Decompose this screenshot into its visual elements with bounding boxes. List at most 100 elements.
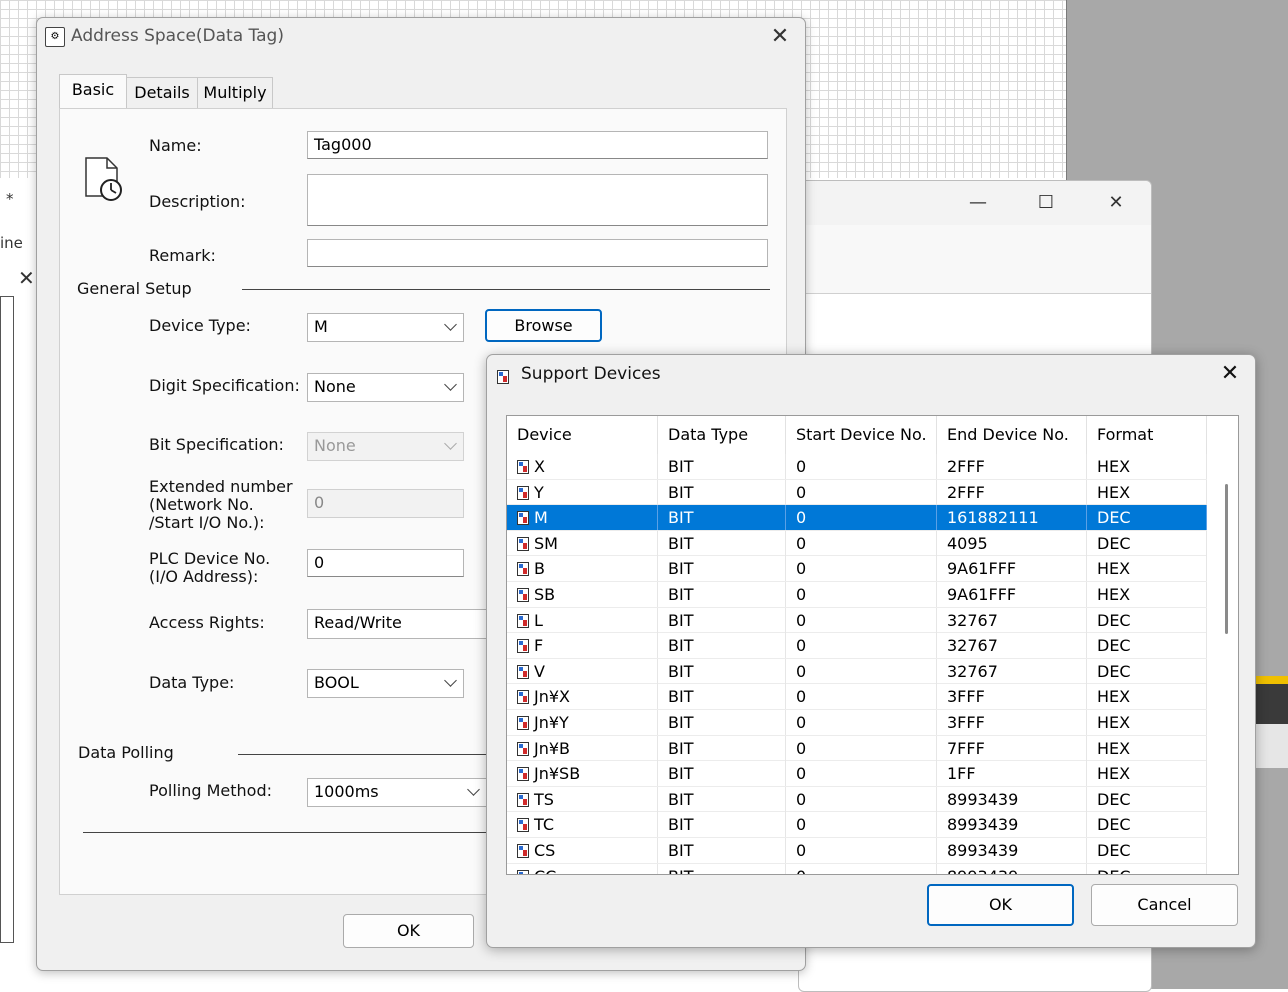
table-row[interactable]: Y BIT 0 2FFF HEX: [507, 479, 1207, 506]
table-row[interactable]: F BIT 0 32767 DEC: [507, 633, 1207, 659]
cell-text: BIT: [668, 712, 694, 732]
name-input[interactable]: Tag000: [307, 131, 768, 159]
cell-text: BIT: [668, 610, 694, 630]
cell-text: 8993439: [947, 789, 1019, 809]
cell-text: 0: [796, 457, 807, 476]
access-rights-select[interactable]: Read/Write: [307, 609, 507, 639]
maximize-icon[interactable]: ☐: [1023, 189, 1069, 217]
cell-format: HEX: [1087, 684, 1207, 710]
cancel-button[interactable]: Cancel: [1091, 884, 1238, 926]
minimize-icon[interactable]: —: [955, 189, 1001, 217]
tab-basic[interactable]: Basic: [59, 74, 127, 108]
cell-end: 9A61FFF: [937, 581, 1087, 607]
cell-type: BIT: [658, 658, 786, 684]
ok-button[interactable]: OK: [927, 884, 1074, 926]
cell-text: HEX: [1097, 559, 1131, 579]
cell-start: 0: [786, 709, 937, 735]
cell-text: F: [534, 636, 544, 656]
column-header-end-device[interactable]: End Device No.: [937, 416, 1087, 454]
polling-method-select[interactable]: 1000ms: [307, 778, 487, 807]
plc-device-input[interactable]: 0: [307, 549, 464, 577]
cell-text: BIT: [668, 457, 694, 476]
table-row[interactable]: TC BIT 0 8993439 DEC: [507, 812, 1207, 838]
left-window-title-fragment: *: [6, 190, 14, 208]
cell-text: L: [534, 610, 543, 630]
remark-input[interactable]: [307, 239, 768, 267]
column-header-device[interactable]: Device: [507, 416, 658, 454]
ok-button[interactable]: OK: [343, 914, 474, 948]
right-light-bar: [1254, 724, 1288, 768]
left-window-close-icon[interactable]: ✕: [18, 266, 35, 290]
cell-device: CC: [507, 863, 658, 875]
table-row[interactable]: Jn¥Y BIT 0 3FFF HEX: [507, 709, 1207, 736]
bit-spec-select: None: [307, 432, 464, 461]
scrollbar-thumb[interactable]: [1225, 484, 1228, 634]
table-row[interactable]: L BIT 0 32767 DEC: [507, 607, 1207, 634]
data-type-select[interactable]: BOOL: [307, 669, 464, 698]
cell-end: 2FFF: [937, 454, 1087, 479]
extended-number-label-line2: (Network No.: [149, 495, 254, 514]
column-header-start-device[interactable]: Start Device No.: [786, 416, 937, 454]
table-row[interactable]: CS BIT 0 8993439 DEC: [507, 837, 1207, 864]
cell-end: 32767: [937, 607, 1087, 633]
device-type-select[interactable]: M: [307, 313, 464, 342]
cell-device: SB: [507, 581, 658, 607]
table-row[interactable]: TS BIT 0 8993439 DEC: [507, 786, 1207, 813]
table-row[interactable]: B BIT 0 9A61FFF HEX: [507, 556, 1207, 582]
close-icon[interactable]: ✕: [1213, 359, 1247, 389]
cell-device: X: [507, 454, 658, 479]
cell-text: BIT: [668, 559, 694, 579]
cell-start: 0: [786, 633, 937, 659]
table-row[interactable]: Jn¥X BIT 0 3FFF HEX: [507, 684, 1207, 710]
cell-text: 0: [796, 559, 807, 579]
digit-spec-select[interactable]: None: [307, 373, 464, 402]
table-row[interactable]: V BIT 0 32767 DEC: [507, 658, 1207, 685]
access-rights-label: Access Rights:: [149, 613, 265, 632]
cell-text: 161882111: [947, 508, 1039, 528]
browse-button[interactable]: Browse: [485, 309, 602, 342]
cell-device: Jn¥SB: [507, 761, 658, 787]
plc-device-label: PLC Device No.: [149, 549, 271, 568]
vertical-scrollbar[interactable]: [1219, 454, 1237, 874]
cell-format: HEX: [1087, 735, 1207, 761]
right-accent-bar: [1254, 676, 1288, 684]
table-row[interactable]: Jn¥B BIT 0 7FFF HEX: [507, 735, 1207, 762]
device-icon: [517, 587, 529, 602]
cell-text: BIT: [668, 764, 694, 784]
table-row[interactable]: CC BIT 0 8993439 DEC: [507, 863, 1207, 875]
column-header-data-type[interactable]: Data Type: [658, 416, 786, 454]
general-setup-heading: General Setup: [77, 279, 192, 298]
table-row[interactable]: Jn¥SB BIT 0 1FF HEX: [507, 761, 1207, 787]
cell-device: Jn¥B: [507, 735, 658, 761]
right-dark-bar: [1254, 684, 1288, 724]
support-devices-dialog: Support Devices ✕ Device Data Type Start…: [486, 354, 1256, 948]
cell-text: HEX: [1097, 712, 1131, 732]
cell-text: DEC: [1097, 815, 1131, 835]
cell-text: BIT: [668, 738, 694, 758]
table-row[interactable]: M BIT 0 161882111 DEC: [507, 505, 1207, 531]
cell-text: 0: [796, 840, 807, 860]
cell-text: CC: [534, 867, 556, 875]
close-icon[interactable]: ✕: [763, 22, 797, 52]
tab-details[interactable]: Details: [125, 77, 199, 108]
table-row[interactable]: X BIT 0 2FFF HEX: [507, 454, 1207, 480]
cell-start: 0: [786, 505, 937, 531]
cell-text: DEC: [1097, 610, 1131, 630]
device-icon: [517, 792, 529, 807]
general-setup-divider: [242, 289, 770, 290]
close-icon[interactable]: ✕: [1093, 189, 1139, 217]
device-icon: [517, 690, 529, 705]
name-label: Name:: [149, 136, 202, 155]
cell-device: Y: [507, 479, 658, 505]
column-header-format[interactable]: Format: [1087, 416, 1207, 454]
device-icon: [517, 843, 529, 858]
cell-text: 32767: [947, 661, 998, 681]
device-list[interactable]: Device Data Type Start Device No. End De…: [506, 415, 1239, 875]
device-icon: [517, 767, 529, 782]
tab-multiply[interactable]: Multiply: [197, 77, 273, 108]
cell-start: 0: [786, 607, 937, 633]
description-input[interactable]: [307, 174, 768, 226]
table-row[interactable]: SM BIT 0 4095 DEC: [507, 530, 1207, 557]
cell-type: BIT: [658, 863, 786, 874]
table-row[interactable]: SB BIT 0 9A61FFF HEX: [507, 581, 1207, 608]
